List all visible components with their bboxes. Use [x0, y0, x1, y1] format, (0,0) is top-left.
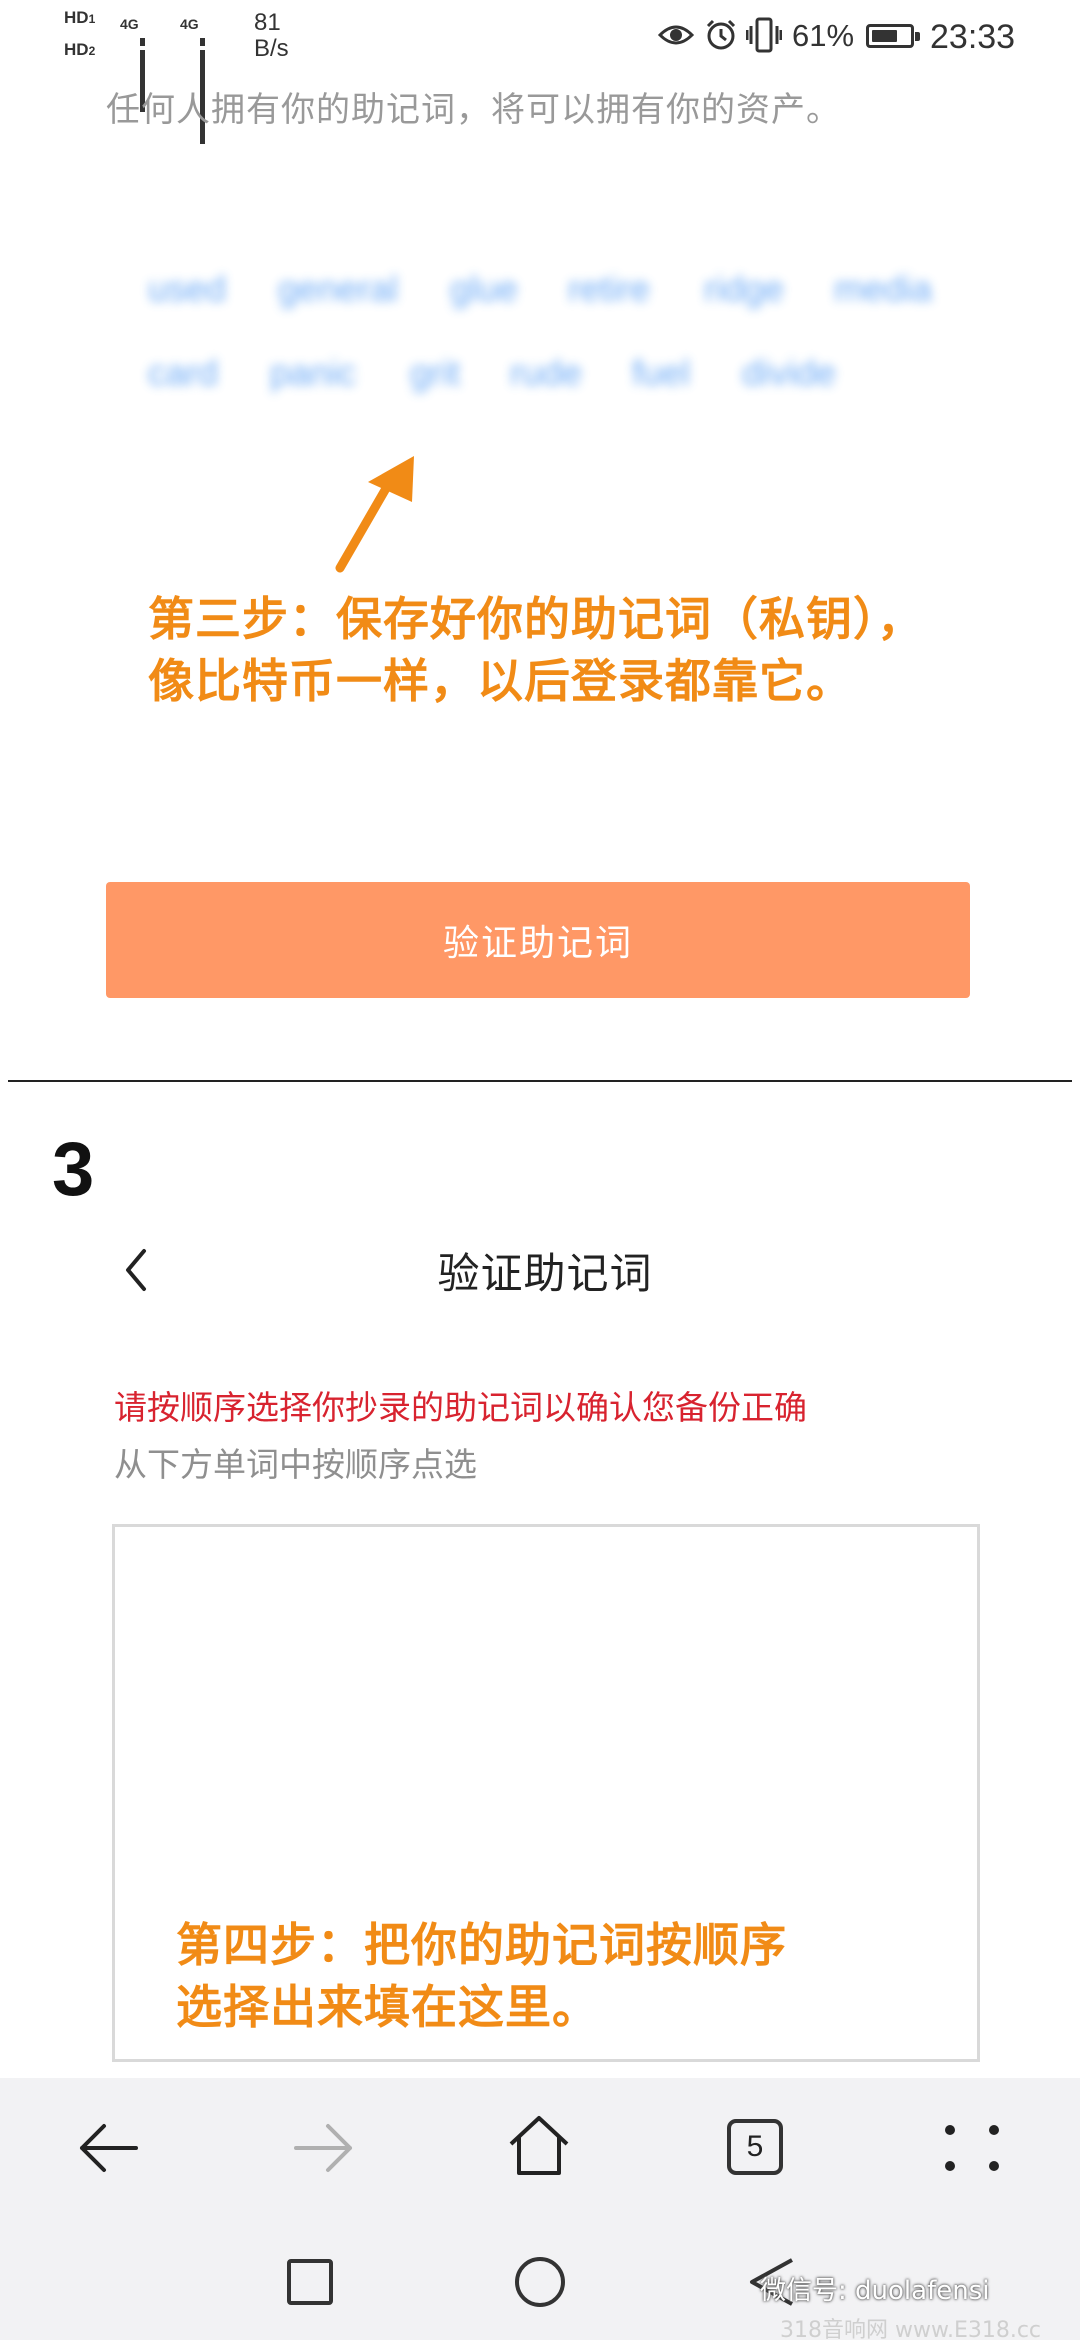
- battery-percentage: 61%: [792, 18, 855, 53]
- recent-apps-icon[interactable]: [284, 2256, 336, 2308]
- verify-hint: 从下方单词中按顺序点选: [114, 1445, 477, 1484]
- tabs-button[interactable]: 5: [727, 2119, 783, 2175]
- step-number: 3: [52, 1127, 95, 1212]
- mnemonic-word: divide: [742, 352, 837, 393]
- hd-badge-2: HD2: [64, 40, 96, 59]
- alarm-icon: [706, 19, 736, 50]
- verify-instruction: 请按顺序选择你抄录的助记词以确认您备份正确: [114, 1388, 807, 1427]
- step4-annotation: 第四步：把你的助记词按顺序 选择出来填在这里。: [176, 1918, 787, 2034]
- home-icon[interactable]: [506, 2112, 572, 2178]
- system-home-icon[interactable]: [512, 2254, 568, 2310]
- mnemonic-word: panic: [270, 352, 357, 393]
- clock: 23:33: [930, 18, 1016, 56]
- annotation-arrow-icon: [335, 456, 414, 573]
- mnemonic-warning-text: 任何人拥有你的助记词，将可以拥有你的资产。: [106, 90, 841, 130]
- forward-icon[interactable]: [292, 2120, 356, 2176]
- site-watermark: 318音响网 www.E318.cc: [780, 2318, 1042, 2343]
- screenshot-divider: [8, 1080, 1072, 1082]
- mnemonic-word: fuel: [632, 352, 691, 393]
- mnemonic-word: grit: [410, 352, 461, 393]
- mnemonic-word: media: [834, 268, 933, 309]
- status-bar: HD1 HD2 4G 4G 81 B/s 61% 23:33: [0, 0, 1080, 144]
- mnemonic-word: glue: [450, 268, 519, 309]
- signal-icon-2: 4G: [180, 16, 205, 144]
- wechat-watermark: 微信号: duolafensi: [760, 2276, 990, 2306]
- mnemonic-word: ridge: [704, 268, 785, 309]
- eye-icon: [658, 25, 694, 45]
- more-menu-icon[interactable]: [940, 2120, 1004, 2176]
- page-title: 验证助记词: [437, 1249, 653, 1298]
- vibrate-icon: [746, 17, 782, 53]
- signal-icon-1: 4G: [120, 16, 145, 112]
- back-icon[interactable]: [76, 2120, 140, 2176]
- mnemonic-word: rude: [510, 352, 583, 393]
- mnemonic-word: used: [148, 268, 227, 309]
- network-speed: 81 B/s: [254, 9, 289, 62]
- hd-badge-1: HD1: [64, 8, 96, 27]
- mnemonic-word: general: [278, 268, 399, 309]
- step3-annotation: 第三步：保存好你的助记词（私钥）， 像比特币一样，以后登录都靠它。: [148, 592, 924, 708]
- mnemonic-word: retire: [568, 268, 651, 309]
- verify-mnemonic-button[interactable]: 验证助记词: [106, 882, 970, 998]
- battery-icon: [866, 24, 920, 48]
- mnemonic-word: card: [148, 352, 219, 393]
